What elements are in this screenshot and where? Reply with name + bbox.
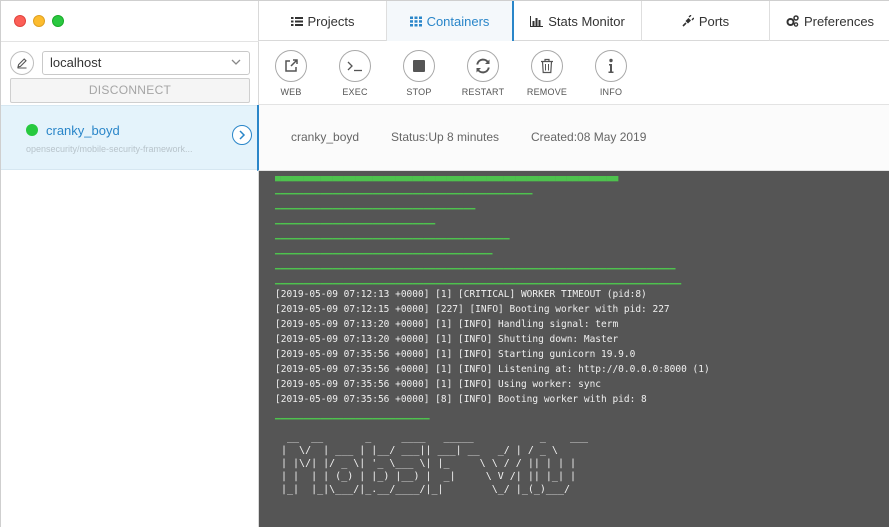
container-list-item[interactable]: cranky_boyd opensecurity/mobile-security… — [1, 105, 259, 170]
edit-host-button[interactable] — [10, 51, 34, 75]
tab-label: Containers — [426, 13, 490, 29]
log-line-faded: ▁▁▁▁▁▁▁▁▁▁▁▁▁▁▁▁▁▁▁▁▁▁▁▁▁▁▁ — [275, 409, 430, 420]
exec-button[interactable]: EXEC — [330, 50, 380, 97]
open-container-button[interactable] — [232, 125, 252, 145]
web-label: WEB — [280, 87, 302, 97]
log-line-faded: ▁▁▁▁▁▁▁▁▁▁▁▁▁▁▁▁▁▁▁▁▁▁▁▁▁▁▁▁▁▁▁▁▁▁▁▁▁▁▁▁… — [275, 259, 676, 270]
log-line-faded: ▁▁▁▁▁▁▁▁▁▁▁▁▁▁▁▁▁▁▁▁▁▁▁▁▁▁▁▁▁▁▁▁▁▁▁▁▁▁▁▁… — [275, 229, 510, 240]
log-line-faded: ▁▁▁▁▁▁▁▁▁▁▁▁▁▁▁▁▁▁▁▁▁▁▁▁▁▁▁▁▁▁▁▁▁▁▁▁▁▁ — [275, 244, 493, 255]
list-icon — [290, 16, 303, 26]
log-line: [2019-05-09 07:35:56 +0000] [1] [INFO] S… — [275, 349, 636, 360]
tab-label: Preferences — [803, 13, 875, 29]
host-select-value: localhost — [50, 55, 102, 70]
container-name: cranky_boyd — [46, 123, 120, 138]
log-line-faded: ▁▁▁▁▁▁▁▁▁▁▁▁▁▁▁▁▁▁▁▁▁▁▁▁▁▁▁▁ — [275, 214, 436, 225]
host-select[interactable]: localhost — [42, 51, 250, 75]
refresh-icon — [476, 58, 490, 74]
terminal-icon — [347, 61, 362, 72]
restart-button[interactable]: RESTART — [458, 50, 508, 97]
info-label: INFO — [599, 87, 623, 97]
trash-icon — [541, 58, 553, 74]
detail-name: cranky_boyd — [291, 130, 360, 144]
container-image: opensecurity/mobile-security-framework..… — [26, 144, 193, 154]
sidebar: localhost DISCONNECT cranky_boyd opensec… — [1, 1, 259, 527]
external-link-icon — [285, 59, 298, 72]
log-line-faded: ▁▁▁▁▁▁▁▁▁▁▁▁▁▁▁▁▁▁▁▁▁▁▁▁▁▁▁▁▁▁▁▁▁▁▁▁▁▁▁▁… — [275, 184, 533, 195]
tab-label: Projects — [307, 13, 355, 29]
maximize-window-button[interactable] — [52, 15, 64, 27]
info-button[interactable]: INFO — [586, 50, 636, 97]
tab-stats-monitor[interactable]: Stats Monitor — [514, 1, 642, 41]
log-line: [2019-05-09 07:35:56 +0000] [1] [INFO] L… — [275, 364, 710, 375]
remove-label: REMOVE — [526, 87, 568, 97]
stop-label: STOP — [406, 87, 432, 97]
tab-ports[interactable]: Ports — [642, 1, 770, 41]
log-line: [2019-05-09 07:12:15 +0000] [227] [INFO]… — [275, 304, 670, 315]
ascii-line: | | | | (_) | |_) |__) | _| \ V /| || |_… — [281, 471, 577, 482]
window-controls — [14, 15, 64, 27]
plug-icon — [682, 15, 694, 27]
detail-created: Created:08 May 2019 — [531, 130, 647, 144]
main-tabs: Projects Containers Stats Monitor Ports … — [259, 1, 889, 41]
pencil-icon — [17, 58, 27, 69]
log-output[interactable]: ████████████████████████████████████████… — [259, 171, 889, 527]
container-details: cranky_boyd Status:Up 8 minutes Created:… — [257, 105, 889, 171]
log-line: [2019-05-09 07:35:56 +0000] [1] [INFO] U… — [275, 379, 602, 390]
tab-label: Ports — [698, 13, 730, 29]
remove-button[interactable]: REMOVE — [522, 50, 572, 97]
detail-status: Status:Up 8 minutes — [391, 130, 500, 144]
ascii-line: | \/ | ___ | |__/ ___|| ___| __ _/ | / _… — [281, 445, 564, 456]
stop-button[interactable]: STOP — [394, 50, 444, 97]
log-line-faded: ▁▁▁▁▁▁▁▁▁▁▁▁▁▁▁▁▁▁▁▁▁▁▁▁▁▁▁▁▁▁▁▁▁▁▁▁▁▁▁▁… — [275, 274, 682, 285]
log-line: [2019-05-09 07:35:56 +0000] [8] [INFO] B… — [275, 394, 647, 405]
web-button[interactable]: WEB — [266, 50, 316, 97]
log-line: [2019-05-09 07:13:20 +0000] [1] [INFO] S… — [275, 334, 619, 345]
grid-icon — [409, 16, 422, 26]
ascii-line: __ __ _ ____ _____ _ ___ — [281, 432, 601, 443]
log-line: [2019-05-09 07:12:13 +0000] [1] [CRITICA… — [275, 289, 647, 300]
ascii-banner: __ __ _ ____ _____ _ ___ | \/ | ___ | |_… — [281, 431, 600, 496]
ascii-line: | |\/| |/ _ \| '_ \___ \| |_ \ \ / / || … — [281, 458, 577, 469]
host-bar: localhost DISCONNECT — [1, 41, 259, 105]
minimize-window-button[interactable] — [33, 15, 45, 27]
restart-label: RESTART — [461, 87, 505, 97]
chevron-right-icon — [239, 130, 246, 140]
tab-label: Stats Monitor — [548, 13, 625, 29]
chevron-down-icon — [231, 59, 241, 65]
log-line: [2019-05-09 07:13:20 +0000] [1] [INFO] H… — [275, 319, 619, 330]
disconnect-button[interactable]: DISCONNECT — [10, 78, 250, 103]
gears-icon — [786, 15, 799, 27]
tab-containers[interactable]: Containers — [387, 1, 514, 41]
bar-chart-icon — [530, 15, 544, 27]
tab-preferences[interactable]: Preferences — [770, 1, 889, 41]
container-toolbar: WEB EXEC STOP RESTART REMOVE INFO — [259, 41, 889, 105]
exec-label: EXEC — [342, 87, 368, 97]
log-line-faded: ▁▁▁▁▁▁▁▁▁▁▁▁▁▁▁▁▁▁▁▁▁▁▁▁▁▁▁▁▁▁▁▁▁▁▁ — [275, 199, 476, 210]
status-indicator — [26, 124, 38, 136]
info-icon — [608, 58, 614, 73]
close-window-button[interactable] — [14, 15, 26, 27]
ascii-line: |_| |_|\___/|_.__/____/|_| \_/ |_(_)___/ — [281, 484, 577, 495]
stop-icon — [413, 60, 425, 72]
tab-projects[interactable]: Projects — [259, 1, 387, 41]
app-window: localhost DISCONNECT cranky_boyd opensec… — [0, 0, 889, 527]
